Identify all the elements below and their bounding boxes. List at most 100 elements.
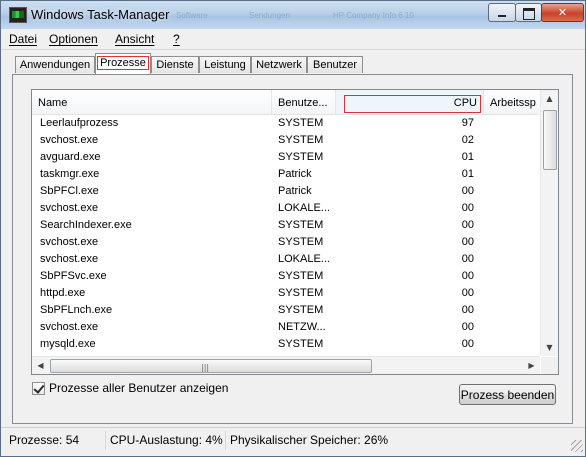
tab-label: Leistung	[204, 59, 246, 71]
table-row[interactable]: svchost.exe SYSTEM 02	[32, 132, 539, 149]
tab-benutzer[interactable]: Benutzer	[307, 56, 363, 73]
column-header-cpu[interactable]: CPU	[336, 90, 484, 114]
table-row[interactable]: SearchIndexer.exe SYSTEM 00	[32, 217, 539, 234]
process-name: SbPFLnch.exe	[40, 304, 113, 316]
maximize-icon	[516, 4, 541, 21]
process-name: httpd.exe	[40, 287, 86, 299]
process-name: taskmgr.exe	[40, 168, 100, 180]
process-name: svchost.exe	[40, 202, 99, 214]
process-name: svchost.exe	[40, 253, 99, 265]
scroll-left-icon[interactable]: ◀	[32, 357, 49, 374]
tab-anwendungen[interactable]: Anwendungen	[15, 56, 95, 73]
scroll-right-icon[interactable]: ▶	[523, 357, 540, 374]
table-row[interactable]: taskmgr.exe Patrick 01	[32, 166, 539, 183]
list-header: Name Benutze... CPU Arbeitssp	[32, 90, 554, 115]
process-name: mysqld.exe	[40, 338, 96, 350]
process-name: SbPFSvc.exe	[40, 270, 107, 282]
table-row[interactable]: svchost.exe SYSTEM 00	[32, 234, 539, 251]
minimize-button[interactable]	[488, 3, 516, 22]
table-row[interactable]: avguard.exe SYSTEM 01	[32, 149, 539, 166]
status-processes: Prozesse: 54	[9, 433, 80, 447]
process-cpu: 00	[461, 185, 474, 197]
process-user: SYSTEM	[278, 287, 324, 299]
table-row[interactable]: mysqld.exe SYSTEM 00	[32, 336, 539, 353]
process-list[interactable]: Name Benutze... CPU Arbeitssp Leerlaufpr…	[31, 89, 559, 375]
maximize-button[interactable]	[515, 3, 542, 22]
menu-datei[interactable]: Datei	[9, 32, 37, 46]
process-user: SYSTEM	[278, 151, 324, 163]
menu-help[interactable]: ?	[173, 32, 180, 46]
status-bar: Prozesse: 54 CPU-Auslastung: 4% Physikal…	[1, 427, 585, 454]
process-cpu: 00	[461, 219, 474, 231]
resize-grip[interactable]	[571, 440, 583, 452]
process-user: LOKALE...	[278, 253, 330, 265]
tab-netzwerk[interactable]: Netzwerk	[251, 56, 307, 73]
process-user: LOKALE...	[278, 202, 330, 214]
close-button[interactable]: ✕	[541, 3, 584, 22]
table-row[interactable]: Leerlaufprozess SYSTEM 97	[32, 115, 539, 132]
process-user: SYSTEM	[278, 134, 324, 146]
close-icon: ✕	[557, 6, 568, 19]
table-row[interactable]: httpd.exe SYSTEM 00	[32, 285, 539, 302]
scroll-up-icon[interactable]: ▲	[541, 90, 558, 107]
horizontal-scroll-thumb[interactable]: |||	[50, 359, 372, 373]
process-name: svchost.exe	[40, 321, 99, 333]
minimize-icon	[489, 4, 515, 21]
scroll-down-icon[interactable]: ▼	[541, 339, 558, 356]
menu-bar: Datei Optionen Ansicht ?	[1, 29, 585, 50]
show-all-users-checkbox[interactable]	[32, 382, 45, 395]
process-name: svchost.exe	[40, 236, 99, 248]
table-row[interactable]: SbPFCl.exe Patrick 00	[32, 183, 539, 200]
process-cpu: 01	[461, 151, 474, 163]
process-cpu: 02	[461, 134, 474, 146]
table-row[interactable]: svchost.exe NETZW... 00	[32, 319, 539, 336]
sort-highlight	[344, 95, 481, 113]
process-user: SYSTEM	[278, 270, 324, 282]
process-cpu: 00	[461, 236, 474, 248]
column-header-user[interactable]: Benutze...	[272, 90, 336, 114]
process-user: NETZW...	[278, 321, 326, 333]
process-user: SYSTEM	[278, 219, 324, 231]
grip-icon: |||	[201, 363, 210, 372]
process-name: avguard.exe	[40, 151, 101, 163]
table-row[interactable]: SbPFLnch.exe SYSTEM 00	[32, 302, 539, 319]
window-title: Windows Task-Manager	[31, 7, 170, 22]
horizontal-scrollbar[interactable]: ◀ ||| ▶	[32, 356, 540, 374]
vertical-scroll-thumb[interactable]	[543, 110, 557, 170]
task-manager-window: Windows Task-Manager Software Sendungen …	[0, 0, 586, 457]
background-window-title: HP Company Info 6 10	[333, 11, 414, 20]
process-name: svchost.exe	[40, 134, 99, 146]
process-cpu: 97	[461, 117, 474, 129]
process-cpu: 00	[461, 253, 474, 265]
tab-label: Netzwerk	[256, 59, 302, 71]
table-row[interactable]: svchost.exe LOKALE... 00	[32, 251, 539, 268]
task-manager-icon	[9, 7, 27, 23]
process-name: SearchIndexer.exe	[40, 219, 132, 231]
process-cpu: 00	[461, 287, 474, 299]
tab-leistung[interactable]: Leistung	[199, 56, 251, 73]
tab-prozesse[interactable]: Prozesse	[95, 53, 151, 74]
show-all-users-label[interactable]: Prozesse aller Benutzer anzeigen	[49, 381, 228, 395]
tab-strip: Anwendungen Prozesse Dienste Leistung Ne…	[1, 53, 585, 75]
tab-dienste[interactable]: Dienste	[151, 56, 199, 73]
background-window-title: Sendungen	[249, 11, 290, 20]
table-row[interactable]: svchost.exe LOKALE... 00	[32, 200, 539, 217]
process-cpu: 00	[461, 270, 474, 282]
process-cpu: 00	[461, 338, 474, 350]
column-header-name[interactable]: Name	[32, 90, 272, 114]
status-memory: Physikalischer Speicher: 26%	[225, 431, 569, 450]
menu-ansicht[interactable]: Ansicht	[115, 32, 154, 46]
process-name: SbPFCl.exe	[40, 185, 99, 197]
process-user: SYSTEM	[278, 304, 324, 316]
title-bar[interactable]: Windows Task-Manager Software Sendungen …	[1, 1, 585, 29]
tab-label: Dienste	[156, 59, 194, 71]
process-user: SYSTEM	[278, 338, 324, 350]
menu-optionen[interactable]: Optionen	[49, 32, 98, 46]
end-process-button[interactable]: Prozess beenden	[459, 384, 556, 405]
process-user: SYSTEM	[278, 117, 324, 129]
background-window-title: Software	[176, 11, 208, 20]
vertical-scrollbar[interactable]: ▲ ▼	[540, 90, 558, 356]
table-row[interactable]: SbPFSvc.exe SYSTEM 00	[32, 268, 539, 285]
tab-label: Anwendungen	[19, 59, 91, 71]
process-cpu: 01	[461, 168, 474, 180]
